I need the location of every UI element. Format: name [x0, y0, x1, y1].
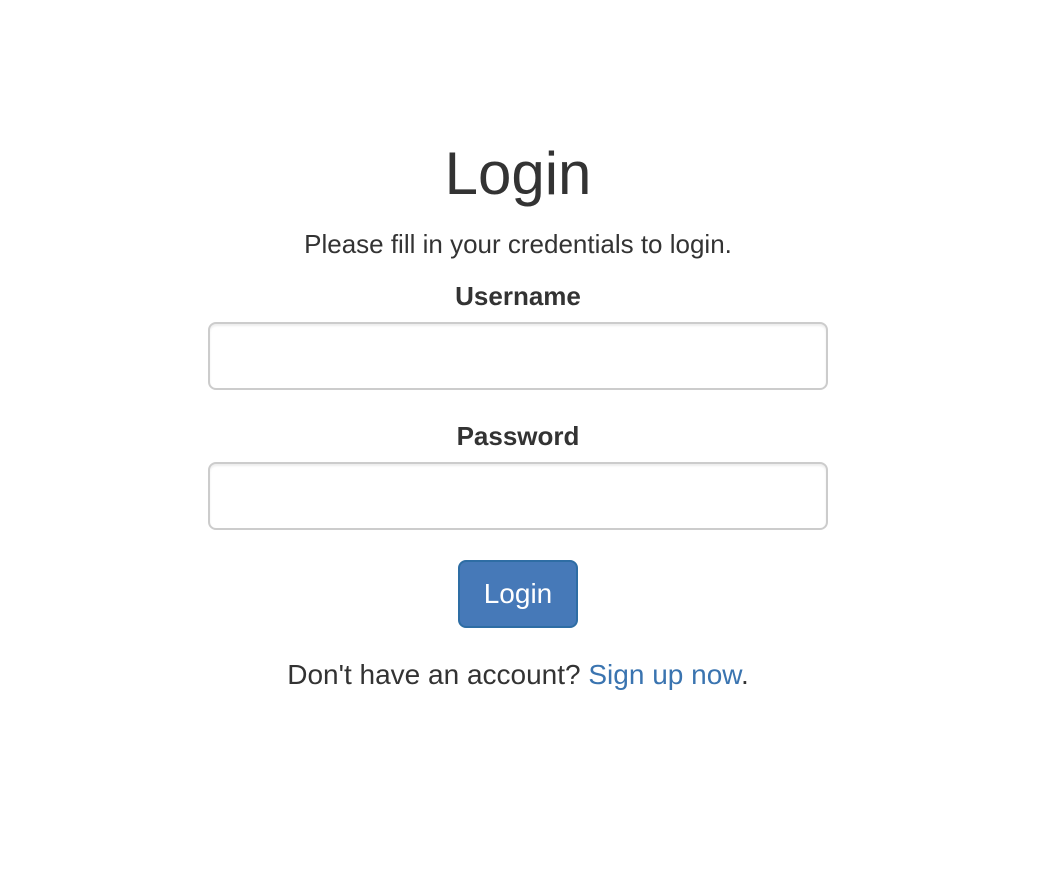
username-input[interactable] — [208, 322, 828, 390]
password-label: Password — [456, 421, 580, 451]
signup-link[interactable]: Sign up now — [588, 659, 741, 690]
username-label: Username — [455, 281, 581, 311]
login-button[interactable]: Login — [458, 560, 578, 628]
signup-prompt-suffix: . — [740, 659, 749, 690]
signup-prompt-text: Don't have an account? — [287, 659, 589, 690]
signup-prompt: Don't have an account? Sign up now. — [208, 658, 828, 692]
password-input[interactable] — [208, 462, 828, 530]
page-title: Login — [444, 140, 592, 207]
page-subtitle: Please fill in your credentials to login… — [304, 229, 732, 259]
